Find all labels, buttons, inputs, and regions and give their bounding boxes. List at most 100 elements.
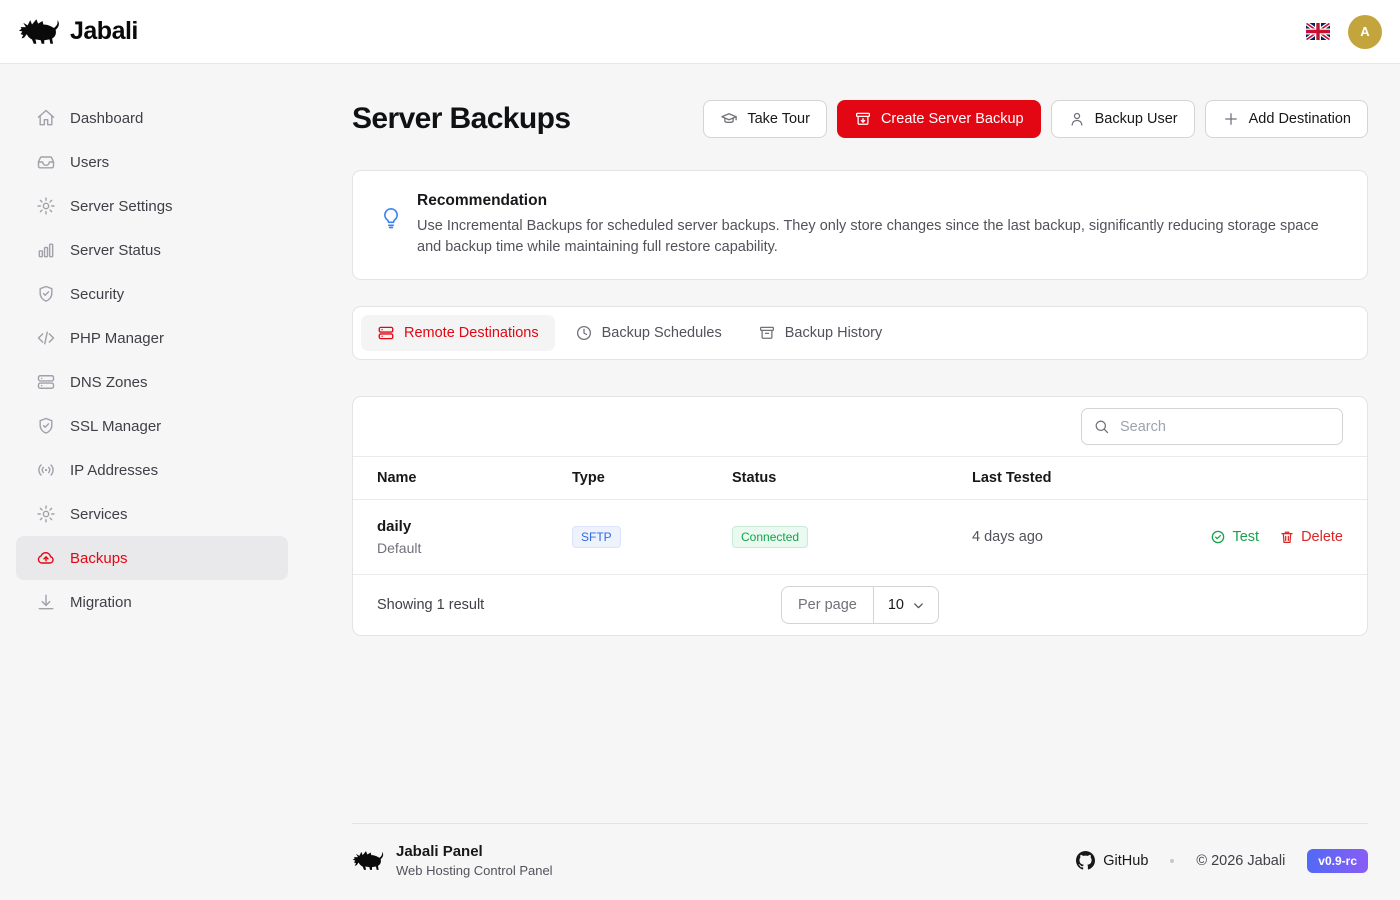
gear-icon [36, 504, 56, 524]
sidebar-item-label: Users [70, 154, 109, 171]
status-badge: Connected [732, 526, 808, 548]
plus-icon [1222, 110, 1240, 128]
sidebar-item-dns-zones[interactable]: DNS Zones [16, 360, 288, 404]
graduation-cap-icon [720, 110, 738, 128]
shield-check-icon [36, 284, 56, 304]
sidebar-item-server-settings[interactable]: Server Settings [16, 184, 288, 228]
page-title: Server Backups [352, 102, 570, 136]
tab-label: Backup Schedules [602, 325, 722, 341]
server-stack-icon [377, 324, 395, 342]
copyright-text: © 2026 Jabali [1196, 853, 1285, 869]
per-page-label: Per page [782, 587, 874, 623]
tab-label: Backup History [785, 325, 883, 341]
tab-remote-destinations[interactable]: Remote Destinations [361, 315, 555, 351]
column-header-type: Type [548, 457, 708, 500]
footer-subtitle: Web Hosting Control Panel [396, 863, 553, 878]
boar-logo-icon [352, 848, 384, 873]
brand[interactable]: Jabali [18, 15, 138, 48]
recommendation-title: Recommendation [417, 192, 1337, 210]
delete-button[interactable]: Delete [1279, 529, 1343, 545]
main-content: Server Backups Take Tour Create Server B… [304, 64, 1400, 900]
sidebar-item-php-manager[interactable]: PHP Manager [16, 316, 288, 360]
tab-backup-history[interactable]: Backup History [742, 315, 899, 351]
search-box [1081, 408, 1343, 445]
search-icon [1093, 418, 1110, 435]
backup-tabs: Remote Destinations Backup Schedules Bac… [352, 306, 1368, 360]
code-icon [36, 328, 56, 348]
sidebar-item-migration[interactable]: Migration [16, 580, 288, 624]
bar-chart-icon [36, 240, 56, 260]
boar-logo-icon [18, 15, 60, 48]
destination-name: daily [377, 518, 524, 535]
tab-backup-schedules[interactable]: Backup Schedules [559, 315, 738, 351]
clock-icon [575, 324, 593, 342]
per-page-value: 10 [888, 597, 904, 613]
take-tour-label: Take Tour [747, 111, 810, 127]
per-page-select[interactable]: 10 [874, 587, 938, 623]
column-header-actions [1121, 457, 1367, 500]
sidebar-item-label: DNS Zones [70, 374, 148, 391]
last-tested-value: 4 days ago [972, 529, 1043, 545]
sidebar-item-ssl-manager[interactable]: SSL Manager [16, 404, 288, 448]
type-badge: SFTP [572, 526, 621, 548]
sidebar: Dashboard Users Server Settings Server S… [0, 64, 304, 900]
github-link[interactable]: GitHub [1076, 851, 1148, 870]
destinations-table: Name Type Status Last Tested daily Defau… [353, 456, 1367, 574]
trash-icon [1279, 529, 1295, 545]
search-input[interactable] [1081, 408, 1343, 445]
brand-name: Jabali [70, 17, 138, 46]
take-tour-button[interactable]: Take Tour [703, 100, 827, 138]
create-server-backup-button[interactable]: Create Server Backup [837, 100, 1041, 138]
uk-flag-icon[interactable] [1306, 23, 1330, 40]
sidebar-item-server-status[interactable]: Server Status [16, 228, 288, 272]
add-destination-button[interactable]: Add Destination [1205, 100, 1368, 138]
recommendation-card: Recommendation Use Incremental Backups f… [352, 170, 1368, 280]
shield-check-icon [36, 416, 56, 436]
broadcast-icon [36, 460, 56, 480]
sidebar-item-label: SSL Manager [70, 418, 161, 435]
page-actions: Take Tour Create Server Backup Backup Us… [703, 100, 1368, 138]
lightbulb-icon [379, 206, 403, 258]
user-icon [1068, 110, 1086, 128]
sidebar-item-users[interactable]: Users [16, 140, 288, 184]
sidebar-item-label: Backups [70, 550, 128, 567]
sidebar-item-ip-addresses[interactable]: IP Addresses [16, 448, 288, 492]
sidebar-item-label: Dashboard [70, 110, 143, 127]
sidebar-item-backups[interactable]: Backups [16, 536, 288, 580]
sidebar-item-dashboard[interactable]: Dashboard [16, 96, 288, 140]
recommendation-body: Use Incremental Backups for scheduled se… [417, 216, 1337, 258]
home-icon [36, 108, 56, 128]
backup-user-label: Backup User [1095, 111, 1178, 127]
page-footer: Jabali Panel Web Hosting Control Panel G… [352, 823, 1368, 900]
tab-label: Remote Destinations [404, 325, 539, 341]
sidebar-item-label: Migration [70, 594, 132, 611]
add-destination-label: Add Destination [1249, 111, 1351, 127]
column-header-status: Status [708, 457, 948, 500]
sidebar-item-label: Security [70, 286, 124, 303]
sidebar-item-label: IP Addresses [70, 462, 158, 479]
destination-subtitle: Default [377, 540, 524, 556]
server-stack-icon [36, 372, 56, 392]
version-badge: v0.9-rc [1307, 849, 1368, 873]
sidebar-item-label: Server Status [70, 242, 161, 259]
create-server-backup-label: Create Server Backup [881, 111, 1024, 127]
destinations-card: Name Type Status Last Tested daily Defau… [352, 396, 1368, 636]
delete-label: Delete [1301, 529, 1343, 545]
sidebar-item-security[interactable]: Security [16, 272, 288, 316]
inbox-icon [36, 152, 56, 172]
check-circle-icon [1210, 529, 1226, 545]
dot-separator [1170, 859, 1174, 863]
archive-arrow-down-icon [854, 110, 872, 128]
sidebar-item-label: Services [70, 506, 128, 523]
sidebar-item-services[interactable]: Services [16, 492, 288, 536]
user-avatar[interactable]: A [1348, 15, 1382, 49]
sidebar-item-label: PHP Manager [70, 330, 164, 347]
sidebar-item-label: Server Settings [70, 198, 173, 215]
table-row: daily Default SFTP Connected 4 days ago [353, 500, 1367, 575]
per-page-control: Per page 10 [781, 586, 939, 624]
test-button[interactable]: Test [1210, 529, 1259, 545]
backup-user-button[interactable]: Backup User [1051, 100, 1195, 138]
test-label: Test [1232, 529, 1259, 545]
pagination-row: Showing 1 result Per page 10 [353, 574, 1367, 635]
download-icon [36, 592, 56, 612]
